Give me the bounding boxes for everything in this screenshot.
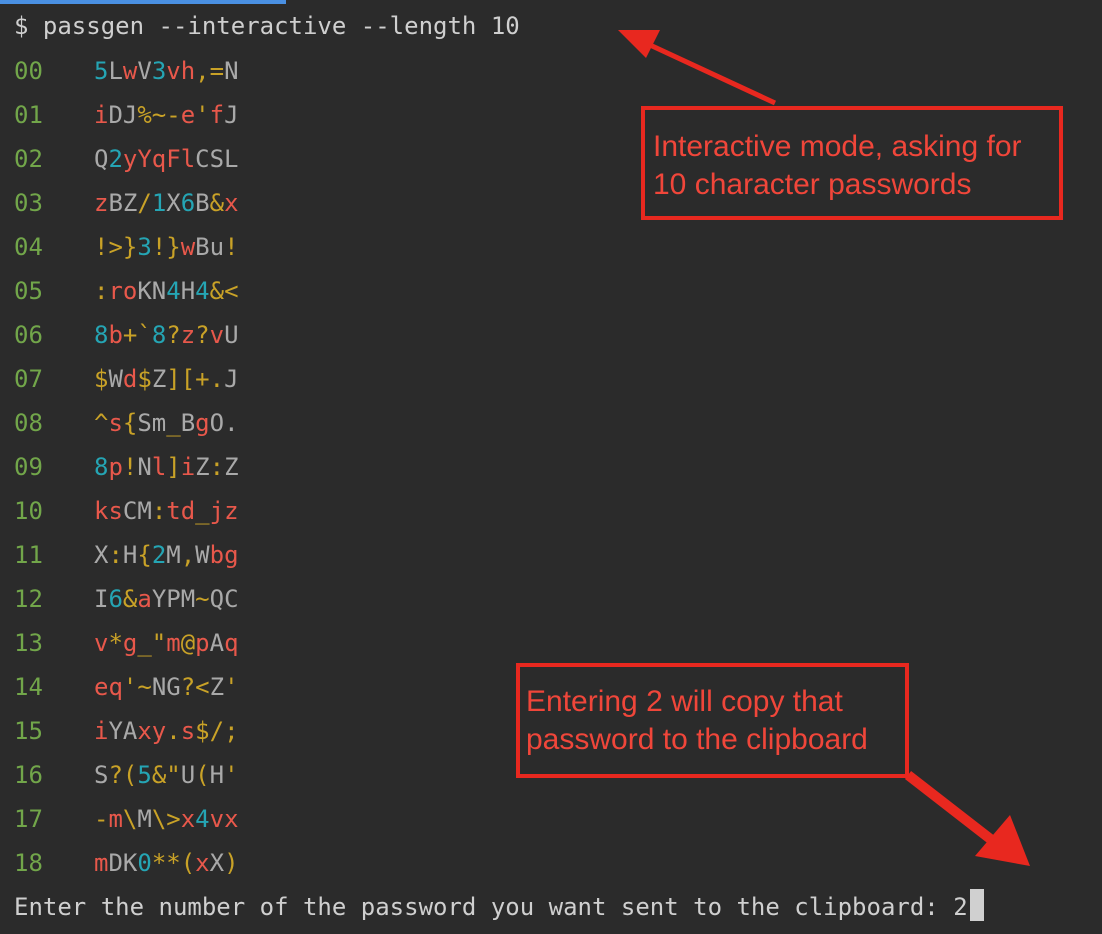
arrow-to-command-line [648,42,777,106]
arrow-to-prompt-head-icon [975,815,1030,866]
arrow-to-prompt-line [904,771,1006,852]
annotation-arrows [618,30,1030,866]
